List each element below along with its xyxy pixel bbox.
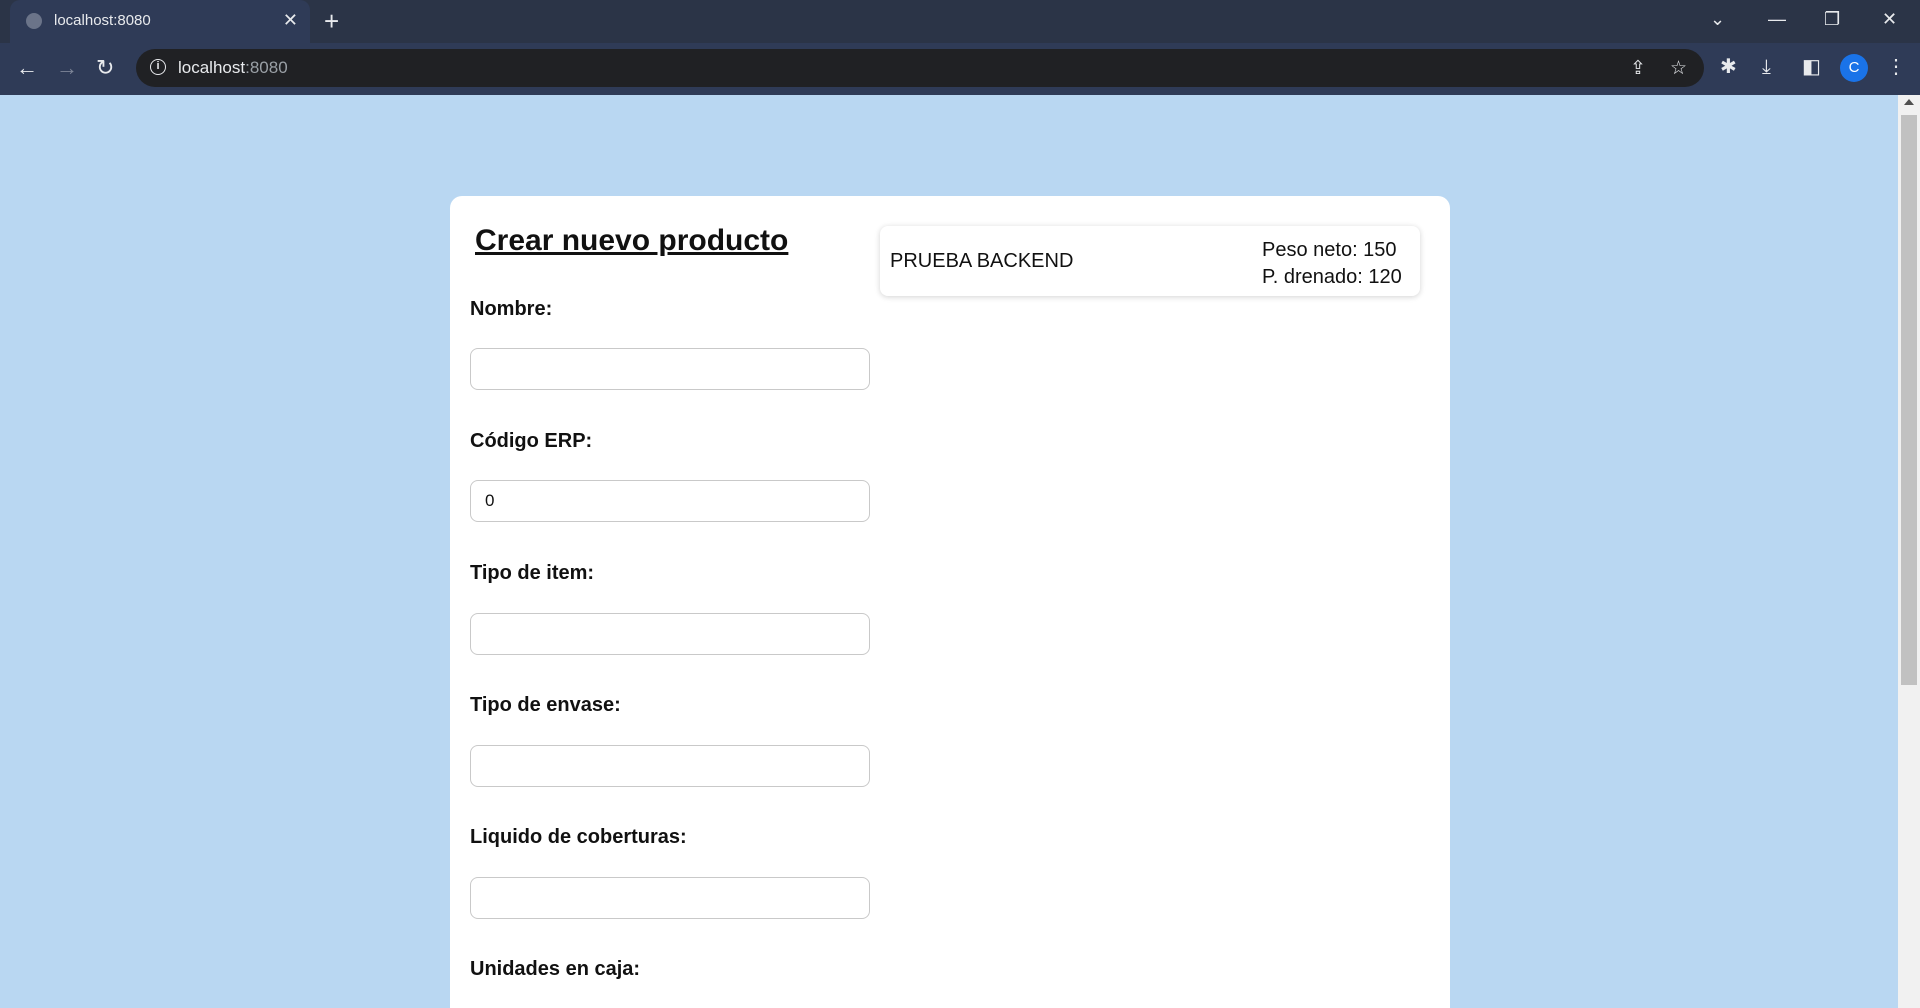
- minimize-icon[interactable]: —: [1768, 6, 1786, 32]
- nombre-input[interactable]: [470, 348, 870, 390]
- close-window-icon[interactable]: ✕: [1882, 6, 1897, 32]
- tab-strip: localhost:8080 ✕ + ⌄ — ❐ ✕: [0, 0, 1920, 43]
- site-info-icon[interactable]: i: [150, 59, 166, 75]
- side-panel-icon[interactable]: ◧: [1802, 55, 1821, 79]
- peso-drenado: P. drenado: 120: [1262, 266, 1402, 288]
- download-icon[interactable]: ⤓: [1762, 55, 1771, 79]
- restore-icon[interactable]: ❐: [1824, 6, 1840, 32]
- scroll-thumb[interactable]: [1901, 115, 1917, 685]
- reload-icon[interactable]: ↻: [96, 55, 114, 81]
- nombre-label: Nombre:: [470, 298, 553, 320]
- page-title: Crear nuevo producto: [475, 224, 789, 257]
- peso-neto: Peso neto: 150: [1262, 239, 1397, 261]
- menu-kebab-icon[interactable]: ⋮: [1886, 55, 1906, 79]
- scroll-up-icon[interactable]: [1904, 99, 1914, 105]
- address-bar[interactable]: i localhost:8080 ⇪ ☆: [136, 49, 1704, 87]
- browser-tab[interactable]: localhost:8080 ✕: [10, 0, 310, 43]
- browser-toolbar: ← → ↻ i localhost:8080 ⇪ ☆ ✱ ⤓ ◧ C ⋮: [0, 43, 1920, 95]
- liquido-coberturas-input[interactable]: [470, 877, 870, 919]
- back-icon[interactable]: ←: [16, 55, 38, 81]
- product-weights: Peso neto: 150 P. drenado: 120: [1262, 237, 1402, 291]
- tipo-envase-input[interactable]: [470, 745, 870, 787]
- product-name: PRUEBA BACKEND: [890, 250, 1074, 272]
- close-tab-icon[interactable]: ✕: [283, 9, 298, 31]
- tab-search-icon[interactable]: ⌄: [1710, 6, 1725, 32]
- product-list-item[interactable]: PRUEBA BACKEND Peso neto: 150 P. drenado…: [880, 226, 1420, 296]
- liquido-coberturas-label: Liquido de coberturas:: [470, 826, 687, 848]
- codigo-erp-input[interactable]: [470, 480, 870, 522]
- page-scrollbar[interactable]: [1898, 95, 1920, 1008]
- forward-icon[interactable]: →: [56, 55, 78, 81]
- tipo-envase-label: Tipo de envase:: [470, 694, 621, 716]
- codigo-erp-label: Código ERP:: [470, 430, 593, 452]
- profile-avatar[interactable]: C: [1840, 54, 1868, 82]
- url-text[interactable]: localhost:8080: [178, 58, 288, 78]
- share-icon[interactable]: ⇪: [1630, 57, 1646, 80]
- bookmark-star-icon[interactable]: ☆: [1670, 57, 1687, 80]
- tipo-item-input[interactable]: [470, 613, 870, 655]
- new-tab-button[interactable]: +: [324, 6, 339, 36]
- product-form-card: Crear nuevo producto Nombre: Código ERP:…: [450, 196, 1450, 1008]
- extensions-icon[interactable]: ✱: [1720, 55, 1737, 79]
- unidades-caja-label: Unidades en caja:: [470, 958, 641, 980]
- globe-icon: [26, 13, 42, 29]
- tipo-item-label: Tipo de item:: [470, 562, 595, 584]
- tab-title: localhost:8080: [54, 12, 151, 29]
